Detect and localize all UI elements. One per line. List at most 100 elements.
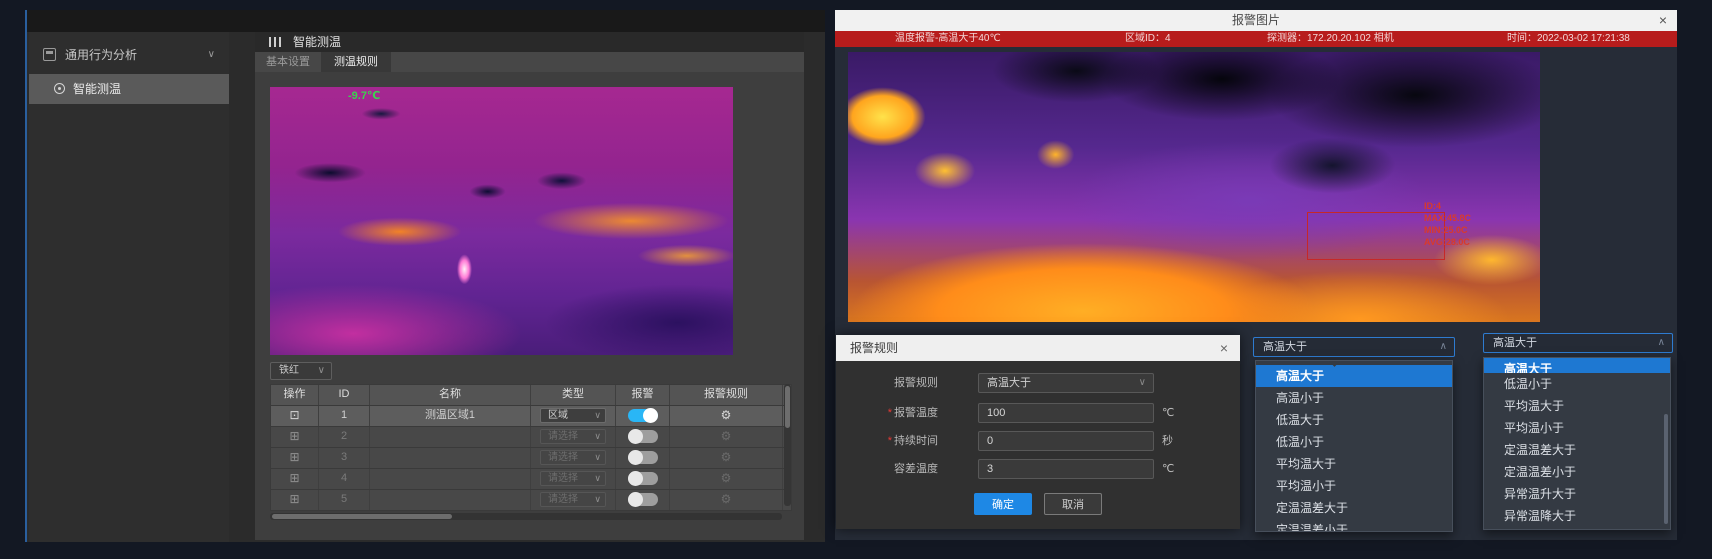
monitor-icon [43,48,56,61]
duration-input[interactable] [978,431,1154,451]
dropdown-option[interactable]: 平均温大于 [1256,453,1452,475]
type-select: 请选择∨ [540,471,606,486]
table-row[interactable]: ⊞ 3 请选择∨ ⚙ [270,448,792,469]
alarm-toggle[interactable] [628,451,658,464]
gear-icon[interactable]: ⚙ [721,408,732,422]
chevron-down-icon: ∨ [594,409,601,422]
type-select[interactable]: 区域∨ [540,408,606,423]
chevron-down-icon: ∨ [594,472,601,485]
annotation-id: ID:4 [1424,200,1471,212]
rule-dropdown-1-list: 高温大于 高温小于 低温大于 低温小于 平均温大于 平均温小于 定温温差大于 定… [1255,360,1453,532]
alarm-window-titlebar: 报警图片 × [835,10,1677,31]
palette-select[interactable]: 铁红 ∨ [270,362,332,380]
region-table: 操作 ID 名称 类型 报警 报警规则 ⊡ 1 测温区域1 区域∨ ⚙ ⊞ [270,384,792,520]
alarm-info-bar: 温度报警-高温大于40℃ 区域ID：4 探测器：172.20.20.102 相机… [835,31,1677,47]
close-icon[interactable]: × [1220,335,1228,361]
panel-header: 智能测温 [255,32,804,52]
dropdown-option[interactable]: 高温大于 [1256,365,1452,387]
rule-field-label: 报警规则 [852,373,938,393]
col-header-op: 操作 [271,385,319,405]
alarm-temperature-input[interactable] [978,403,1154,423]
thermal-preview-image[interactable]: -9.7℃ [270,87,733,355]
delete-region-icon[interactable]: ⊡ [289,408,299,422]
alarm-rule-dialog: 报警规则 × 报警规则 高温大于 ∨ *报警温度 ℃ *持续时间 秒 容差温度 … [836,335,1240,529]
vertical-scrollbar[interactable] [784,384,791,506]
table-row[interactable]: ⊞ 4 请选择∨ ⚙ [270,469,792,490]
dialog-title: 报警规则 [850,341,898,355]
dropdown-option[interactable]: 平均温小于 [1256,475,1452,497]
tab-basic-settings[interactable]: 基本设置 [255,52,321,72]
required-mark: * [888,407,892,419]
col-header-rule: 报警规则 [670,385,783,405]
gear-icon: ⚙ [721,471,732,485]
dropdown-option[interactable]: 异常温降大于 [1484,505,1670,527]
dialog-titlebar: 报警规则 × [836,335,1240,361]
row-id: 4 [319,469,370,489]
rule-select[interactable]: 高温大于 ∨ [978,373,1154,393]
target-icon [54,83,65,94]
chevron-up-icon: ∧ [1440,338,1447,356]
horizontal-scrollbar[interactable] [270,513,782,520]
alarm-toggle[interactable] [628,409,658,422]
add-region-icon[interactable]: ⊞ [289,492,299,506]
drag-handle-icon[interactable] [269,37,285,47]
duration-unit-label: 秒 [1162,431,1173,451]
gear-icon: ⚙ [721,450,732,464]
add-region-icon[interactable]: ⊞ [289,471,299,485]
scrollbar-thumb[interactable] [272,514,452,519]
alarm-thermal-image: ID:4 MAX:45.8C MIN:25.0C AVG:28.0C [848,52,1540,322]
required-mark: * [888,435,892,447]
add-region-icon[interactable]: ⊞ [289,450,299,464]
dropdown-option[interactable]: 定温温差小于 [1256,519,1452,532]
type-select: 请选择∨ [540,429,606,444]
alarm-type-text: 温度报警-高温大于40℃ [895,31,1001,47]
dropdown-option[interactable]: 低温大于 [1256,409,1452,431]
col-header-alarm: 报警 [616,385,670,405]
dropdown-scrollbar-thumb[interactable] [1664,414,1668,524]
table-row[interactable]: ⊡ 1 测温区域1 区域∨ ⚙ [270,406,792,427]
chevron-down-icon: ∨ [594,451,601,464]
alarm-toggle[interactable] [628,472,658,485]
dropdown-option[interactable]: 定温温差大于 [1256,497,1452,519]
chevron-down-icon: ∨ [594,493,601,506]
table-row[interactable]: ⊞ 2 请选择∨ ⚙ [270,427,792,448]
sidebar: 通用行为分析 ∨ 智能测温 [29,32,229,542]
dropdown-option[interactable]: 平均温大于 [1484,395,1670,417]
row-id: 2 [319,427,370,447]
dropdown-option-partial[interactable]: 高温大于 [1484,358,1670,373]
duration-field-label: *持续时间 [852,431,938,451]
tolerance-input[interactable] [978,459,1154,479]
rule-dropdown-1[interactable]: 高温大于 ∧ [1253,337,1455,357]
table-header-row: 操作 ID 名称 类型 报警 报警规则 [270,384,792,406]
dropdown-option[interactable]: 异常温升大于 [1484,483,1670,505]
row-name [370,448,531,468]
add-region-icon[interactable]: ⊞ [289,429,299,443]
rule-dropdown-2-value: 高温大于 [1493,337,1537,349]
sidebar-group-behavior-analysis[interactable]: 通用行为分析 ∨ [29,44,229,66]
dropdown-option[interactable]: 高温小于 [1256,387,1452,409]
row-id: 5 [319,490,370,510]
annotation-avg: AVG:28.0C [1424,236,1471,248]
table-row[interactable]: ⊞ 5 请选择∨ ⚙ [270,490,792,511]
alarm-toggle[interactable] [628,493,658,506]
tab-thermometry-rules[interactable]: 测温规则 [321,52,391,72]
sidebar-item-smart-thermometry[interactable]: 智能测温 [29,74,229,104]
dropdown-option[interactable]: 低温小于 [1484,373,1670,395]
close-icon[interactable]: × [1659,10,1667,31]
gear-icon: ⚙ [721,492,732,506]
dropdown-option[interactable]: 定温温差大于 [1484,439,1670,461]
settings-window: 通用行为分析 ∨ 智能测温 智能测温 基本设置 测温规则 -9.7℃ 铁红 [25,10,825,542]
alarm-toggle[interactable] [628,430,658,443]
annotation-min: MIN:25.0C [1424,224,1471,236]
dropdown-option[interactable]: 定温温差小于 [1484,461,1670,483]
scrollbar-thumb[interactable] [785,386,790,428]
cancel-button[interactable]: 取消 [1044,493,1102,515]
rule-dropdown-2-list: 高温大于 低温小于 平均温大于 平均温小于 定温温差大于 定温温差小于 异常温升… [1483,357,1671,530]
dropdown-option[interactable]: 平均温小于 [1484,417,1670,439]
screenshot-stage: 通用行为分析 ∨ 智能测温 智能测温 基本设置 测温规则 -9.7℃ 铁红 [0,0,1712,559]
rule-dropdown-2[interactable]: 高温大于 ∧ [1483,333,1673,353]
confirm-button[interactable]: 确定 [974,493,1032,515]
dropdown-option[interactable]: 低温小于 [1256,431,1452,453]
temperature-overlay-label: -9.7℃ [348,89,380,102]
palette-select-value: 铁红 [279,365,299,376]
